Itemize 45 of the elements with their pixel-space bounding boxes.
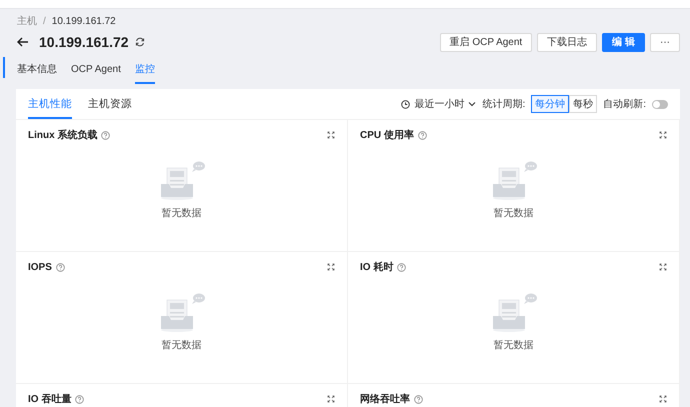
chart-title: IOPS: [28, 262, 52, 272]
chart-title: IO 耗时: [360, 260, 394, 274]
action-button[interactable]: 重启 OCP Agent: [440, 32, 532, 52]
period-option[interactable]: 每秒: [569, 95, 598, 113]
chart-title: 网络吞吐率: [360, 392, 410, 406]
breadcrumb-separator: /: [43, 16, 46, 26]
action-button[interactable]: ···: [650, 32, 680, 52]
active-indicator: [3, 57, 5, 78]
page-tab[interactable]: 基本信息: [17, 56, 57, 84]
back-arrow-icon[interactable]: [17, 37, 29, 47]
page-tab[interactable]: OCP Agent: [71, 58, 121, 82]
fullscreen-icon[interactable]: [327, 395, 335, 403]
page-title: 10.199.161.72: [39, 34, 129, 50]
fullscreen-icon[interactable]: [327, 131, 335, 139]
empty-state-text: 暂无数据: [162, 206, 202, 220]
chart-title: CPU 使用率: [360, 128, 414, 142]
chart-title: Linux 系统负载: [28, 128, 98, 142]
page-tab[interactable]: 监控: [134, 56, 155, 84]
time-range-select[interactable]: 最近一小时: [401, 97, 476, 111]
help-icon[interactable]: [414, 394, 423, 404]
action-button[interactable]: 编 辑: [602, 32, 645, 52]
help-icon[interactable]: [56, 262, 65, 272]
fullscreen-icon[interactable]: [327, 263, 335, 271]
action-button[interactable]: 下载日志: [537, 32, 598, 52]
help-icon[interactable]: [418, 130, 427, 140]
auto-refresh-label: 自动刷新:: [603, 98, 646, 111]
card-tab[interactable]: 主机资源: [88, 89, 132, 119]
period-label: 统计周期:: [482, 98, 526, 111]
chart-title: IO 吞吐量: [28, 392, 72, 406]
empty-state-text: 暂无数据: [162, 338, 202, 352]
refresh-icon[interactable]: [134, 37, 145, 47]
empty-state-text: 暂无数据: [494, 338, 534, 352]
fullscreen-icon[interactable]: [659, 395, 667, 403]
help-icon[interactable]: [75, 394, 84, 404]
card-tab[interactable]: 主机性能: [28, 89, 72, 119]
help-icon[interactable]: [397, 262, 406, 272]
help-icon[interactable]: [101, 130, 110, 140]
breadcrumb-item: 10.199.161.72: [52, 16, 116, 26]
period-option[interactable]: 每分钟: [531, 95, 570, 113]
empty-state-text: 暂无数据: [494, 206, 534, 220]
auto-refresh-switch[interactable]: [652, 100, 668, 108]
chevron-down-icon: [468, 101, 476, 107]
fullscreen-icon[interactable]: [659, 131, 667, 139]
fullscreen-icon[interactable]: [659, 263, 667, 271]
clock-icon: [401, 100, 410, 108]
